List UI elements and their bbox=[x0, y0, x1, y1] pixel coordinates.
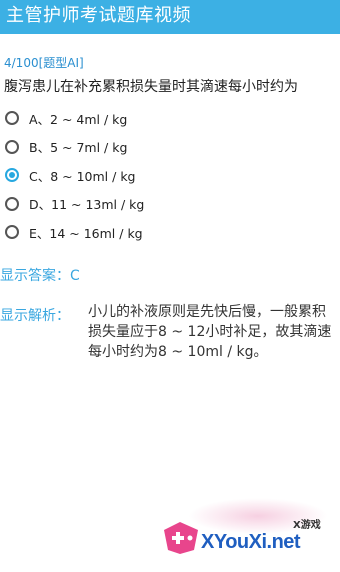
question-number: 4/100[题型AI] bbox=[4, 56, 84, 70]
radio-button[interactable] bbox=[5, 225, 19, 240]
option-label: D、11 ~ 13ml / kg bbox=[29, 197, 145, 213]
radio-button[interactable] bbox=[5, 196, 19, 211]
watermark-brand: X游戏 bbox=[293, 520, 321, 531]
option-e[interactable]: E、14 ~ 16ml / kg bbox=[0, 218, 340, 247]
option-c[interactable]: C、8 ~ 10ml / kg bbox=[0, 161, 340, 190]
option-d[interactable]: D、11 ~ 13ml / kg bbox=[0, 190, 340, 219]
option-b[interactable]: B、5 ~ 7ml / kg bbox=[0, 133, 340, 162]
radio-button[interactable] bbox=[5, 139, 19, 154]
app-title: 主管护师考试题库视频 bbox=[6, 5, 191, 26]
options-list: A、2 ~ 4ml / kg B、5 ~ 7ml / kg C、8 ~ 10ml… bbox=[0, 104, 340, 247]
app-title-bar: 主管护师考试题库视频 bbox=[0, 0, 340, 34]
option-a[interactable]: A、2 ~ 4ml / kg bbox=[0, 104, 340, 133]
show-analysis-label[interactable]: 显示解析： bbox=[0, 305, 70, 325]
option-label: E、14 ~ 16ml / kg bbox=[29, 225, 143, 241]
option-label: B、5 ~ 7ml / kg bbox=[29, 140, 128, 156]
radio-button[interactable] bbox=[5, 111, 19, 126]
gamepad-logo-icon bbox=[164, 522, 198, 554]
question-text: 腹泻患儿在补充累积损失量时其滴速每小时约为 bbox=[4, 79, 298, 95]
analysis-text: 小儿的补液原则是先快后慢，一般累积损失量应于8 ~ 12小时补足，故其滴速每小时… bbox=[88, 304, 332, 360]
option-label: C、8 ~ 10ml / kg bbox=[29, 168, 136, 184]
watermark-site: XYouXi.net bbox=[201, 531, 301, 553]
option-label: A、2 ~ 4ml / kg bbox=[29, 111, 128, 127]
show-answer[interactable]: 显示答案：C bbox=[0, 265, 80, 285]
radio-button-selected[interactable] bbox=[5, 168, 19, 183]
